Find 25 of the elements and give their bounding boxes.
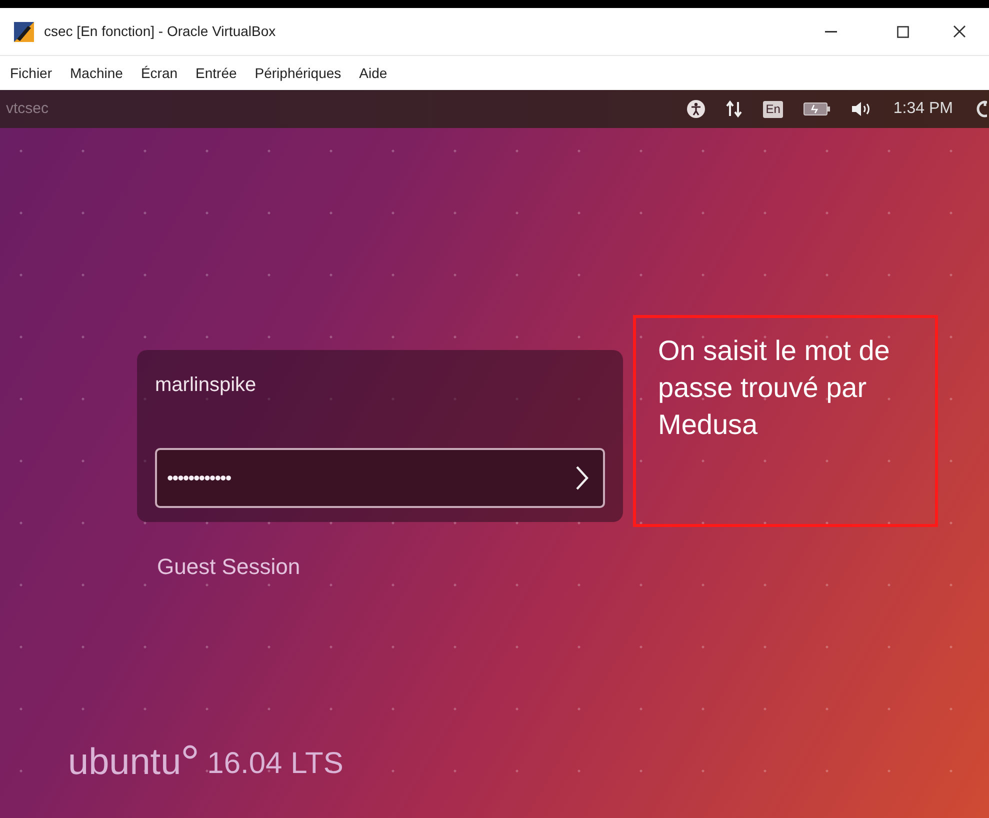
menu-item[interactable]: Fichier — [10, 62, 52, 84]
version-label: 16.04 LTS — [207, 749, 344, 779]
annotation-text: On saisit le mot de passe trouvé par Medusa — [658, 334, 891, 442]
ubuntu-logo-text: ubuntu — [68, 743, 182, 780]
menu-item[interactable]: Entrée — [196, 62, 237, 84]
menu-item[interactable]: Écran — [140, 62, 178, 84]
minimize-icon — [825, 30, 837, 32]
menu-item[interactable]: Périphériques — [254, 62, 342, 84]
username: marlinspike — [155, 373, 258, 398]
guest-session-link[interactable]: Guest Session — [157, 550, 300, 583]
accessibility-icon[interactable] — [686, 100, 705, 118]
clock[interactable]: 1:34 PM — [893, 97, 953, 121]
app-icon — [14, 22, 34, 42]
window-title: csec [En fonction] - Oracle VirtualBox — [44, 22, 276, 41]
network-icon[interactable] — [724, 100, 743, 118]
menu-item[interactable]: Machine — [70, 62, 123, 84]
chevron-right-icon[interactable] — [575, 465, 589, 491]
keyboard-layout-indicator[interactable]: En — [762, 100, 784, 118]
password-field[interactable]: •••••••••••• — [155, 448, 605, 508]
menu-item[interactable]: Aide — [359, 62, 388, 84]
password-value: •••••••••••• — [167, 466, 232, 490]
battery-icon[interactable] — [803, 102, 832, 116]
maximize-icon — [897, 26, 909, 38]
close-icon — [953, 25, 966, 38]
hostname: vtcsec — [6, 98, 49, 119]
